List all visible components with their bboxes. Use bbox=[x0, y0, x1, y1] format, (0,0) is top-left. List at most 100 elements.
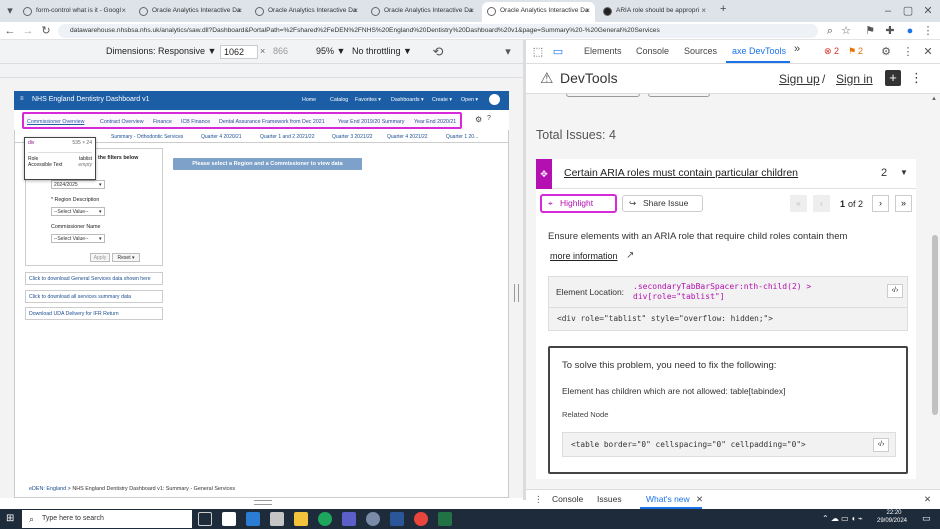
clock-date[interactable]: 29/09/2024 bbox=[872, 518, 912, 524]
resize-handle-icon[interactable] bbox=[254, 500, 272, 505]
browser-menu-icon[interactable]: ⋮ bbox=[920, 23, 936, 39]
commissioner-select[interactable]: --Select Value-- bbox=[51, 234, 105, 243]
browser-tab[interactable]: ARIA role should be appropri × bbox=[598, 2, 711, 22]
url-field[interactable]: datawarehouse.nhsbsa.nhs.uk/analytics/sa… bbox=[58, 24, 818, 38]
device-options-icon[interactable]: ▾ bbox=[500, 44, 516, 60]
reload-icon[interactable]: ↻ bbox=[38, 23, 54, 39]
notification-icon[interactable]: ▭ bbox=[922, 513, 931, 524]
browser-tab[interactable]: Oracle Analytics Interactive Da × bbox=[134, 2, 247, 22]
scrollbar-thumb[interactable] bbox=[932, 235, 938, 415]
more-information-link[interactable]: more information bbox=[550, 251, 618, 261]
close-devtools-icon[interactable]: ✕ bbox=[920, 44, 936, 60]
system-tray-icons[interactable]: ⌃ ☁ ▭ ◖ ⌁ bbox=[822, 514, 863, 523]
scroll-up-icon[interactable]: ▲ bbox=[931, 96, 937, 102]
close-window-icon[interactable]: ✕ bbox=[920, 3, 936, 19]
browser-tab[interactable]: Oracle Analytics Interactive Da × bbox=[366, 2, 479, 22]
highlight-button[interactable]: ⌖ Highlight bbox=[540, 194, 617, 213]
extensions-puzzle-icon[interactable]: ✚ bbox=[882, 23, 898, 39]
resize-handle-icon[interactable] bbox=[514, 284, 519, 302]
clock-time[interactable]: 22:20 bbox=[880, 510, 908, 516]
subtab-orthodontic[interactable]: Summary - Orthodontic Services bbox=[111, 134, 183, 140]
nav-dashboards[interactable]: Dashboards ▾ bbox=[391, 97, 424, 103]
outlook-icon[interactable] bbox=[246, 512, 260, 526]
dimensions-select[interactable]: Dimensions: Responsive ▼ bbox=[106, 46, 216, 56]
nav-home[interactable]: Home bbox=[302, 97, 316, 103]
share-issue-button[interactable]: ↪ Share Issue bbox=[622, 195, 703, 212]
new-tab-button[interactable]: + bbox=[720, 3, 726, 15]
device-toggle-icon[interactable]: ▭ bbox=[550, 44, 566, 60]
profile-icon[interactable]: ● bbox=[902, 23, 918, 39]
first-page-icon[interactable]: « bbox=[790, 195, 807, 212]
close-tab-icon[interactable]: × bbox=[121, 2, 126, 20]
nav-create[interactable]: Create ▾ bbox=[432, 97, 452, 103]
browser-tab[interactable]: form-control what is it - Googl × bbox=[18, 2, 131, 22]
file-icon[interactable] bbox=[222, 512, 236, 526]
issue-title[interactable]: Certain ARIA roles must contain particul… bbox=[564, 167, 798, 179]
zoom-icon[interactable]: ⌕ bbox=[822, 23, 838, 39]
error-count[interactable]: 2 bbox=[834, 46, 839, 56]
download-uda-link[interactable]: Download UDA Delivery for IFR Return bbox=[25, 307, 163, 320]
close-drawer-icon[interactable]: ✕ bbox=[924, 494, 931, 505]
minimize-icon[interactable]: – bbox=[880, 3, 896, 19]
subtab-q4-2020[interactable]: Quarter 4 2020/21 bbox=[201, 134, 242, 140]
taskbar-search[interactable]: ⌕ Type here to search bbox=[22, 510, 192, 528]
subtab-q3-2021[interactable]: Quarter 3 2021/22 bbox=[332, 134, 373, 140]
drawer-tab-issues[interactable]: Issues bbox=[597, 494, 622, 504]
back-icon[interactable]: ← bbox=[2, 23, 18, 39]
add-icon[interactable]: + bbox=[885, 70, 901, 86]
windows-start-icon[interactable]: ⊞ bbox=[6, 513, 14, 524]
chevron-down-icon[interactable]: ▼ bbox=[900, 168, 908, 177]
download-summary-link[interactable]: Click to download all services summary d… bbox=[25, 290, 163, 303]
teams-icon[interactable] bbox=[342, 512, 356, 526]
user-avatar-icon[interactable] bbox=[489, 94, 500, 105]
nav-open[interactable]: Open ▾ bbox=[461, 97, 478, 103]
close-tab-icon[interactable]: × bbox=[701, 2, 706, 20]
drawer-tab-whats-new[interactable]: What's new bbox=[646, 494, 690, 504]
width-input[interactable]: 1062 bbox=[220, 45, 258, 59]
close-tab-icon[interactable]: × bbox=[353, 2, 358, 20]
last-page-icon[interactable]: » bbox=[895, 195, 912, 212]
file-explorer-icon[interactable] bbox=[294, 512, 308, 526]
prev-page-icon[interactable]: ‹ bbox=[813, 195, 830, 212]
devtools-menu-icon[interactable]: ⋮ bbox=[900, 44, 916, 60]
browser-tab[interactable]: Oracle Analytics Interactive Da × bbox=[250, 2, 363, 22]
code-icon[interactable]: ‹/› bbox=[873, 438, 889, 452]
apply-button[interactable]: Apply bbox=[90, 253, 110, 262]
tab-sources[interactable]: Sources bbox=[684, 46, 717, 56]
height-input[interactable]: 866 bbox=[270, 45, 308, 59]
close-tab-icon[interactable]: × bbox=[237, 2, 242, 20]
issue-header[interactable]: ✥ Certain ARIA roles must contain partic… bbox=[536, 159, 916, 189]
region-select[interactable]: --Select Value-- bbox=[51, 207, 105, 216]
chrome-icon[interactable] bbox=[414, 512, 428, 526]
inspect-element-icon[interactable]: ⬚ bbox=[530, 44, 546, 60]
breadcrumb-root[interactable]: eDEN: England bbox=[29, 486, 66, 492]
tab-console[interactable]: Console bbox=[636, 46, 669, 56]
word-icon[interactable] bbox=[390, 512, 404, 526]
task-view-icon[interactable] bbox=[198, 512, 212, 526]
app-icon[interactable] bbox=[366, 512, 380, 526]
subtab-q1q2-2021[interactable]: Quarter 1 and 2 2021/22 bbox=[260, 134, 315, 140]
throttle-select[interactable]: No throttling ▼ bbox=[352, 46, 412, 56]
rotate-icon[interactable]: ⟲ bbox=[430, 44, 446, 60]
subtab-q1-20[interactable]: Quarter 1 20... bbox=[446, 134, 478, 140]
nav-favorites[interactable]: Favorites ▾ bbox=[355, 97, 381, 103]
reset-button[interactable]: Reset ▾ bbox=[112, 253, 140, 262]
maximize-icon[interactable]: ▢ bbox=[900, 3, 916, 19]
axe-menu-icon[interactable]: ⋮ bbox=[910, 70, 923, 86]
settings-gear-icon[interactable]: ⚙ bbox=[878, 44, 894, 60]
drawer-tab-console[interactable]: Console bbox=[552, 494, 583, 504]
sign-in-link[interactable]: Sign in bbox=[836, 72, 873, 86]
help-icon[interactable]: ? bbox=[487, 115, 491, 122]
tab-search-icon[interactable]: ▾ bbox=[2, 3, 18, 19]
app-icon[interactable] bbox=[270, 512, 284, 526]
drawer-menu-icon[interactable]: ⋮ bbox=[534, 494, 543, 505]
subtab-q4-2021[interactable]: Quarter 4 2021/22 bbox=[387, 134, 428, 140]
bookmark-star-icon[interactable]: ☆ bbox=[838, 23, 854, 39]
extension-icon[interactable]: ⚑ bbox=[862, 23, 878, 39]
forward-icon[interactable]: → bbox=[20, 23, 36, 39]
close-tab-icon[interactable]: × bbox=[585, 2, 590, 20]
tab-axe-devtools[interactable]: axe DevTools bbox=[732, 46, 786, 56]
next-page-icon[interactable]: › bbox=[872, 195, 889, 212]
close-tab-icon[interactable]: × bbox=[469, 2, 474, 20]
page-options-gear-icon[interactable]: ⚙ bbox=[475, 115, 482, 124]
